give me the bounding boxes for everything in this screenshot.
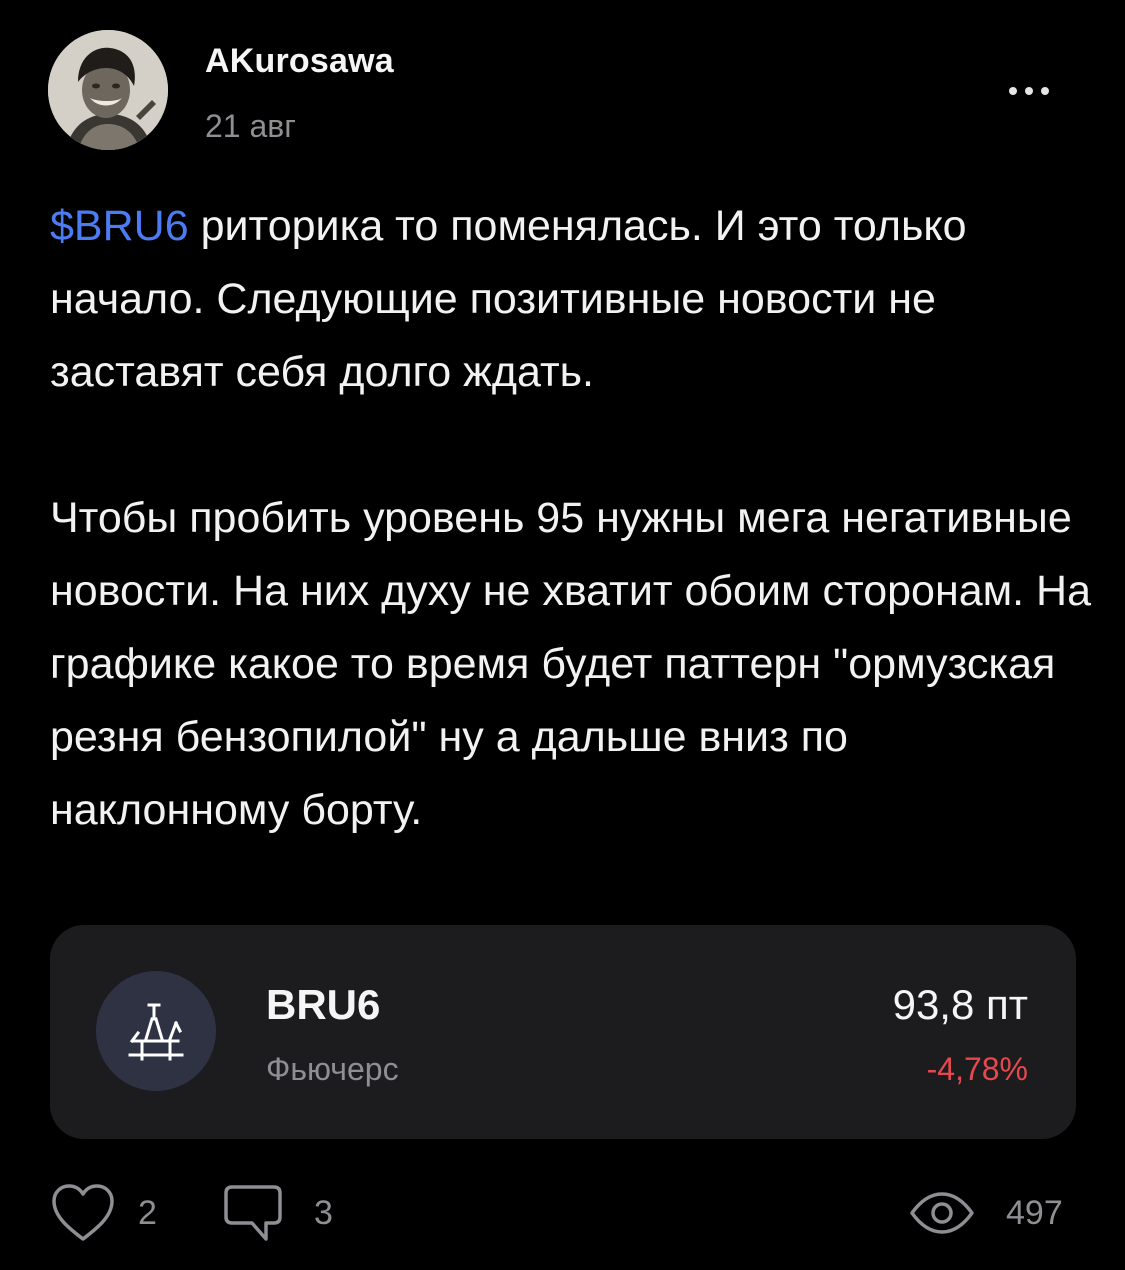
likes-count: 2: [138, 1193, 157, 1232]
instrument-change: -4,78%: [926, 1051, 1028, 1087]
post-paragraph-1: $BRU6 риторика то поменялась. И это толь…: [50, 190, 1095, 409]
post-body: $BRU6 риторика то поменялась. И это толь…: [50, 190, 1095, 847]
comments-count: 3: [314, 1193, 333, 1232]
ticker-link[interactable]: $BRU6: [50, 202, 189, 250]
like-button[interactable]: 2: [50, 1180, 157, 1246]
more-dots-icon: [1041, 87, 1049, 95]
post-date: 21 авг: [205, 108, 296, 144]
instrument-card[interactable]: BRU6 Фьючерс 93,8 пт -4,78%: [50, 925, 1076, 1139]
comment-icon: [224, 1185, 282, 1241]
instrument-price: 93,8 пт: [892, 981, 1028, 1028]
heart-icon: [52, 1184, 114, 1241]
avatar-photo: [48, 30, 168, 150]
views-counter: 497: [908, 1180, 1063, 1246]
instrument-type: Фьючерс: [266, 1051, 399, 1087]
avatar[interactable]: [48, 30, 168, 150]
instrument-ticker: BRU6: [266, 981, 381, 1028]
eye-icon: [910, 1192, 974, 1234]
more-dots-icon: [1009, 87, 1017, 95]
comments-button[interactable]: 3: [222, 1180, 333, 1246]
more-dots-icon: [1025, 87, 1033, 95]
oil-platform-icon: [96, 971, 216, 1091]
post-paragraph-2: Чтобы пробить уровень 95 нужны мега нега…: [50, 494, 1092, 834]
post-card: AKurosawa 21 авг $BRU6 риторика то помен…: [0, 0, 1125, 1270]
author-name[interactable]: AKurosawa: [205, 42, 394, 81]
views-count: 497: [1006, 1193, 1063, 1232]
more-options-button[interactable]: [996, 74, 1062, 108]
